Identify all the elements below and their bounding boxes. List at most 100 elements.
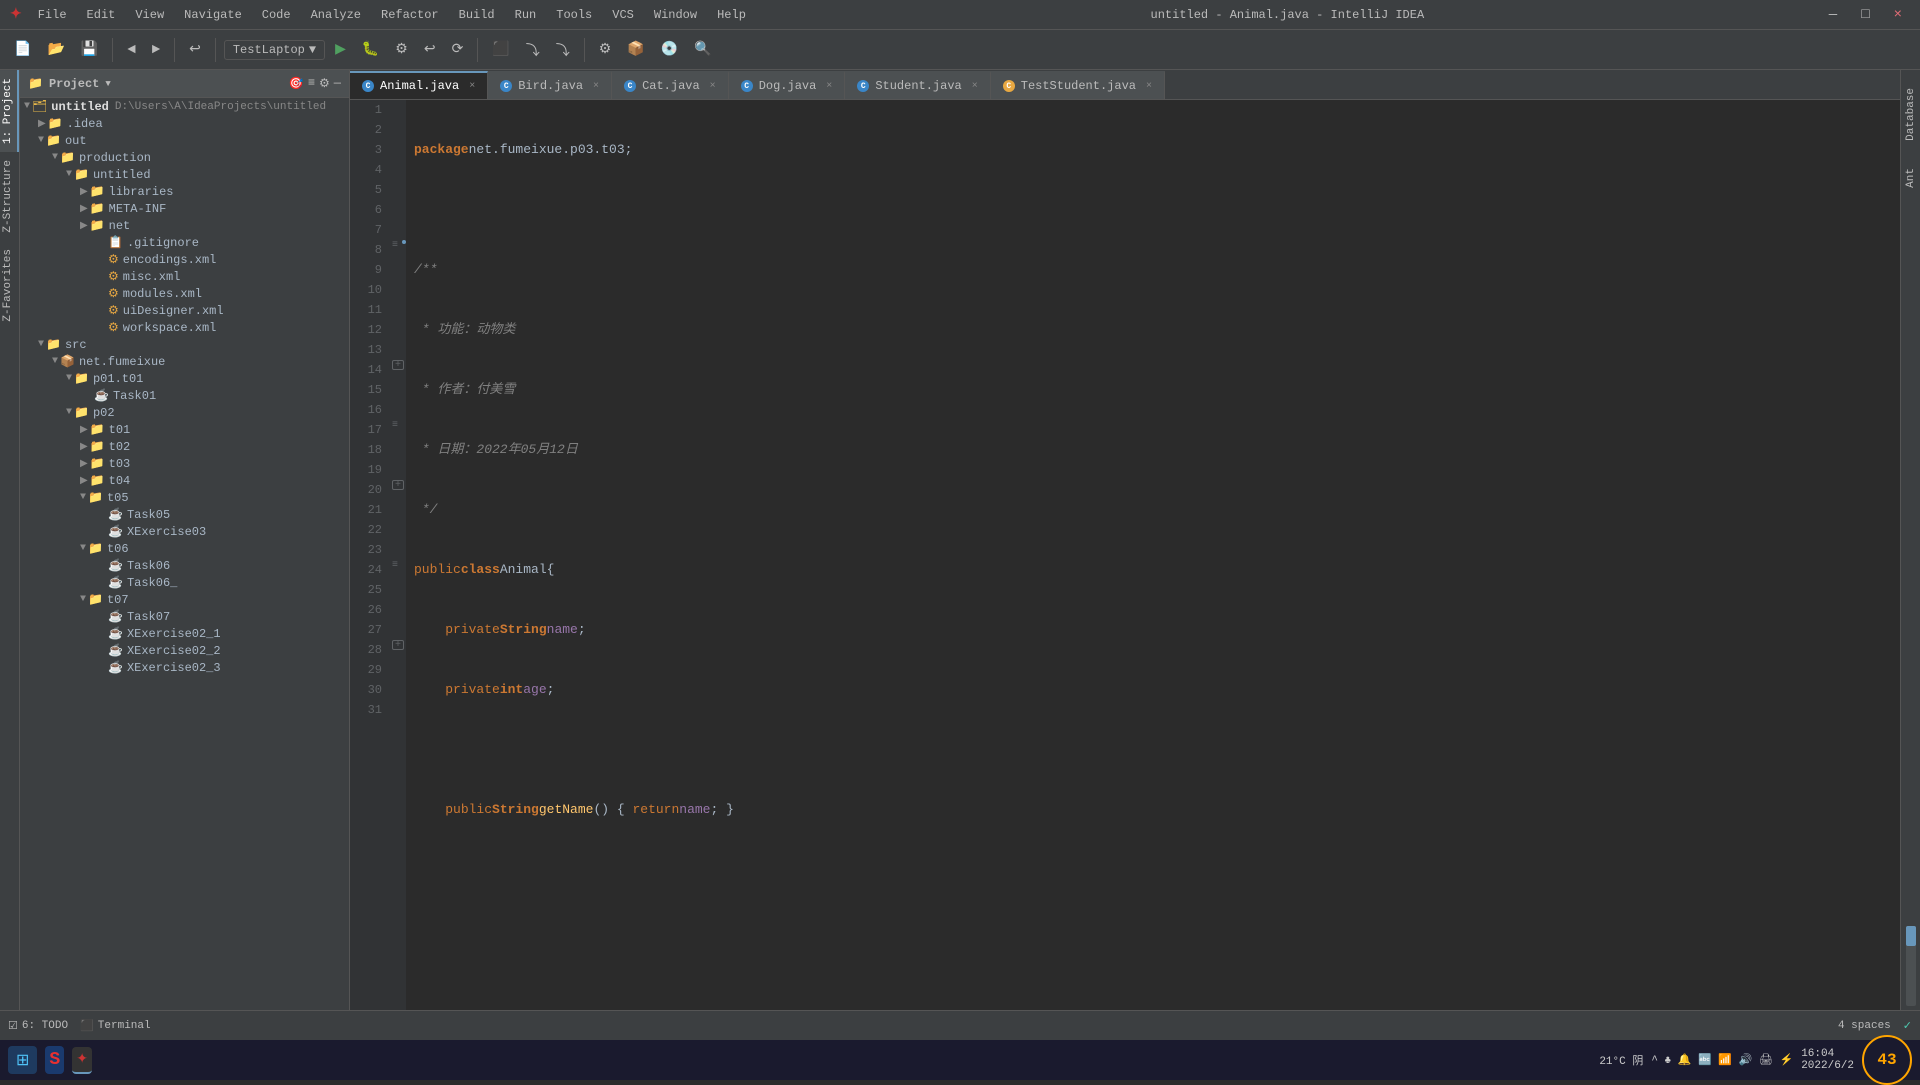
profile-button[interactable]: ↩ xyxy=(418,37,442,62)
tree-item-task01[interactable]: ☕ Task01 xyxy=(20,387,349,404)
ant-tab[interactable]: Ant xyxy=(1903,164,1919,192)
tree-item-task06_[interactable]: ☕ Task06_ xyxy=(20,574,349,591)
menu-edit[interactable]: Edit xyxy=(79,6,124,24)
sdk-manager-icon[interactable]: 💿 xyxy=(655,37,684,62)
tree-item-modules[interactable]: ⚙ modules.xml xyxy=(20,285,349,302)
settings-icon[interactable]: ⚙ xyxy=(593,37,618,62)
search-everywhere-icon[interactable]: 🔍 xyxy=(688,37,717,62)
minimize-button[interactable]: — xyxy=(1821,5,1845,25)
menu-vcs[interactable]: VCS xyxy=(604,6,642,24)
tab-animal-close[interactable]: × xyxy=(469,81,475,92)
new-file-icon[interactable]: 📄 xyxy=(8,37,37,62)
tree-item-task05[interactable]: ☕ Task05 xyxy=(20,506,349,523)
tree-item-net-fumeixue[interactable]: ▼ 📦 net.fumeixue xyxy=(20,353,349,370)
taskbar-intellij[interactable]: ✦ xyxy=(72,1047,92,1074)
locate-in-tree-icon[interactable]: 🎯 xyxy=(289,76,304,91)
tab-teststudent-close[interactable]: × xyxy=(1146,81,1152,92)
tab-teststudent-java[interactable]: C TestStudent.java × xyxy=(991,71,1165,99)
code-editor[interactable]: 1 2 3 4 5 6 7 8 9 10 11 12 13 14 15 16 1… xyxy=(350,100,1900,1010)
tree-item-task06[interactable]: ☕ Task06 xyxy=(20,557,349,574)
tree-item-p01t01[interactable]: ▼ 📁 p01.t01 xyxy=(20,370,349,387)
t05-folder-icon: 📁 xyxy=(88,490,103,505)
tab-dog-close[interactable]: × xyxy=(826,81,832,92)
tree-item-encodings[interactable]: ⚙ encodings.xml xyxy=(20,251,349,268)
left-tab-structure[interactable]: Z-Structure xyxy=(0,152,19,241)
run-config-dropdown[interactable]: TestLaptop ▼ xyxy=(224,40,325,60)
settings-gear-icon[interactable]: ⚙ xyxy=(319,76,330,91)
tree-item-t03[interactable]: ▶ 📁 t03 xyxy=(20,455,349,472)
menu-file[interactable]: File xyxy=(30,6,75,24)
database-tab[interactable]: Database xyxy=(1903,84,1919,145)
collapse-all-icon[interactable]: ≡ xyxy=(308,76,315,91)
menu-tools[interactable]: Tools xyxy=(548,6,600,24)
tree-item-idea[interactable]: ▶ 📁 .idea xyxy=(20,115,349,132)
tree-item-t05[interactable]: ▼ 📁 t05 xyxy=(20,489,349,506)
menu-help[interactable]: Help xyxy=(709,6,754,24)
maximize-button[interactable]: □ xyxy=(1853,5,1877,25)
tree-item-untitled-inner[interactable]: ▼ 📁 untitled xyxy=(20,166,349,183)
coverage-button[interactable]: ⚙ xyxy=(389,37,414,62)
todo-status[interactable]: ☑ 6: TODO xyxy=(8,1019,68,1033)
tree-item-p02[interactable]: ▼ 📁 p02 xyxy=(20,404,349,421)
save-icon[interactable]: 💾 xyxy=(75,37,104,62)
tree-item-out[interactable]: ▼ 📁 out xyxy=(20,132,349,149)
tree-item-uidesigner[interactable]: ⚙ uiDesigner.xml xyxy=(20,302,349,319)
forward-icon[interactable]: ► xyxy=(146,38,166,62)
tab-cat-java[interactable]: C Cat.java × xyxy=(612,71,729,99)
tab-cat-close[interactable]: × xyxy=(710,81,716,92)
tree-item-libraries[interactable]: ▶ 📁 libraries xyxy=(20,183,349,200)
tree-item-xexercise03[interactable]: ☕ XExercise03 xyxy=(20,523,349,540)
tree-item-gitignore[interactable]: 📋 .gitignore xyxy=(20,234,349,251)
tree-item-untitled-project[interactable]: ▼ 🗂 untitled D:\Users\A\IdeaProjects\unt… xyxy=(20,98,349,115)
menu-refactor[interactable]: Refactor xyxy=(373,6,447,24)
debug-button[interactable]: 🐛 xyxy=(356,37,385,62)
tree-item-net[interactable]: ▶ 📁 net xyxy=(20,217,349,234)
tab-student-close[interactable]: × xyxy=(972,81,978,92)
menu-build[interactable]: Build xyxy=(451,6,503,24)
left-tab-project[interactable]: 1: Project xyxy=(0,70,19,152)
panel-close-icon[interactable]: — xyxy=(334,76,341,91)
tree-item-xexercise02-1[interactable]: ☕ XExercise02_1 xyxy=(20,625,349,642)
left-tab-favorites[interactable]: Z-Favorites xyxy=(0,241,19,330)
tree-item-t02[interactable]: ▶ 📁 t02 xyxy=(20,438,349,455)
tree-item-production[interactable]: ▼ 📁 production xyxy=(20,149,349,166)
tab-bird-java[interactable]: C Bird.java × xyxy=(488,71,612,99)
step-into-button[interactable]: ⤵ xyxy=(550,36,576,64)
tree-item-meta-inf[interactable]: ▶ 📁 META-INF xyxy=(20,200,349,217)
menu-navigate[interactable]: Navigate xyxy=(176,6,250,24)
panel-dropdown-icon[interactable]: ▼ xyxy=(105,79,110,89)
menu-analyze[interactable]: Analyze xyxy=(303,6,369,24)
tab-bird-close[interactable]: × xyxy=(593,81,599,92)
open-icon[interactable]: 📂 xyxy=(41,37,70,62)
more-run-button[interactable]: ⟳ xyxy=(446,37,470,62)
tree-item-xexercise02-2[interactable]: ☕ XExercise02_2 xyxy=(20,642,349,659)
menu-window[interactable]: Window xyxy=(646,6,705,24)
run-button[interactable]: ▶ xyxy=(329,37,352,62)
tree-item-t07[interactable]: ▼ 📁 t07 xyxy=(20,591,349,608)
start-button[interactable]: ⊞ xyxy=(8,1046,37,1074)
menu-code[interactable]: Code xyxy=(254,6,299,24)
tab-student-java[interactable]: C Student.java × xyxy=(845,71,990,99)
stop-button[interactable]: ⬛ xyxy=(486,37,515,62)
tree-item-workspace[interactable]: ⚙ workspace.xml xyxy=(20,319,349,336)
step-over-button[interactable]: ⤵ xyxy=(520,36,546,64)
tree-item-misc[interactable]: ⚙ misc.xml xyxy=(20,268,349,285)
menu-view[interactable]: View xyxy=(127,6,172,24)
taskbar-sogou[interactable]: S xyxy=(45,1046,64,1074)
tree-item-t01[interactable]: ▶ 📁 t01 xyxy=(20,421,349,438)
external-tools-icon[interactable]: 📦 xyxy=(621,37,650,62)
back-icon[interactable]: ◄ xyxy=(121,38,141,62)
tree-item-xexercise02-3[interactable]: ☕ XExercise02_3 xyxy=(20,659,349,676)
tree-item-t04[interactable]: ▶ 📁 t04 xyxy=(20,472,349,489)
tab-dog-java[interactable]: C Dog.java × xyxy=(729,71,846,99)
tree-item-src[interactable]: ▼ 📁 src xyxy=(20,336,349,353)
undo-icon[interactable]: ↩ xyxy=(183,37,207,62)
tree-item-task07[interactable]: ☕ Task07 xyxy=(20,608,349,625)
tree-t02-label: t02 xyxy=(109,440,131,454)
terminal-status[interactable]: ⬛ Terminal xyxy=(80,1019,151,1033)
menu-run[interactable]: Run xyxy=(507,6,545,24)
code-content[interactable]: package net.fumeixue.p03.t03; /** * 功能：动… xyxy=(406,100,1900,1010)
tree-item-t06[interactable]: ▼ 📁 t06 xyxy=(20,540,349,557)
close-button[interactable]: × xyxy=(1886,5,1910,25)
tab-animal-java[interactable]: C Animal.java × xyxy=(350,71,488,99)
